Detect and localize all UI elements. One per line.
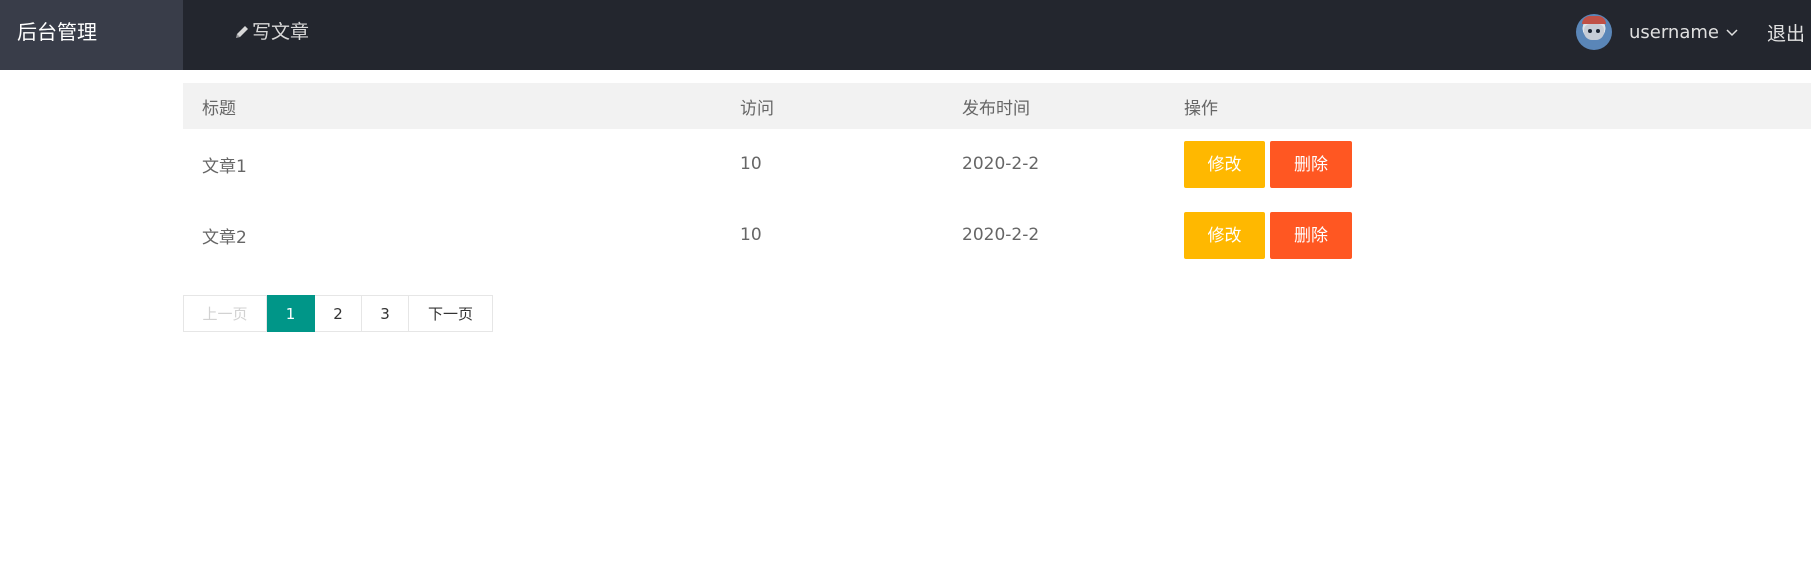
- row-title: 文章2: [202, 227, 247, 248]
- header-visits: 访问: [740, 98, 774, 119]
- page-3-button[interactable]: 3: [362, 295, 409, 332]
- app-logo[interactable]: 后台管理: [0, 0, 183, 70]
- prev-page-button[interactable]: 上一页: [183, 295, 267, 332]
- write-article-link[interactable]: 写文章: [234, 0, 309, 64]
- next-page-button[interactable]: 下一页: [409, 295, 493, 332]
- avatar-eye: [1595, 29, 1600, 33]
- table-row: 文章1 10 2020-2-2 修改 删除: [183, 129, 1811, 200]
- table-header: 标题 访问 发布时间 操作: [183, 83, 1811, 129]
- page-2-button[interactable]: 2: [315, 295, 362, 332]
- delete-button[interactable]: 删除: [1270, 140, 1352, 188]
- row-title: 文章1: [202, 156, 247, 177]
- article-table: 标题 访问 发布时间 操作 文章1 10 2020-2-2 修改 删除 文章2 …: [183, 83, 1811, 271]
- chevron-down-icon: [1726, 29, 1738, 37]
- header-actions: 操作: [1184, 98, 1218, 119]
- table-row: 文章2 10 2020-2-2 修改 删除: [183, 200, 1811, 271]
- header-publish-time: 发布时间: [962, 98, 1030, 119]
- edit-button[interactable]: 修改: [1184, 140, 1265, 188]
- delete-button[interactable]: 删除: [1270, 211, 1352, 259]
- row-publish-time: 2020-2-2: [962, 225, 1040, 245]
- pagination: 上一页 1 2 3 下一页: [183, 295, 493, 332]
- row-actions: 修改 删除: [1184, 211, 1811, 259]
- logout-button[interactable]: 退出: [1767, 19, 1805, 46]
- user-area: username 退出: [1575, 0, 1811, 64]
- row-actions: 修改 删除: [1184, 140, 1811, 188]
- avatar-face: [1583, 24, 1604, 40]
- edit-button[interactable]: 修改: [1184, 211, 1265, 259]
- user-menu[interactable]: username: [1629, 22, 1739, 43]
- avatar-hat: [1581, 16, 1606, 24]
- top-header: 后台管理 写文章 username 退出: [0, 0, 1811, 70]
- write-article-label: 写文章: [252, 21, 310, 43]
- pencil-icon: [236, 26, 248, 38]
- row-publish-time: 2020-2-2: [962, 154, 1040, 174]
- row-visits: 10: [740, 225, 762, 245]
- header-title: 标题: [202, 98, 236, 119]
- avatar-eye: [1587, 29, 1592, 33]
- username-label: username: [1628, 21, 1719, 43]
- page-1-button[interactable]: 1: [267, 295, 315, 332]
- row-visits: 10: [740, 154, 762, 174]
- avatar[interactable]: [1575, 14, 1612, 50]
